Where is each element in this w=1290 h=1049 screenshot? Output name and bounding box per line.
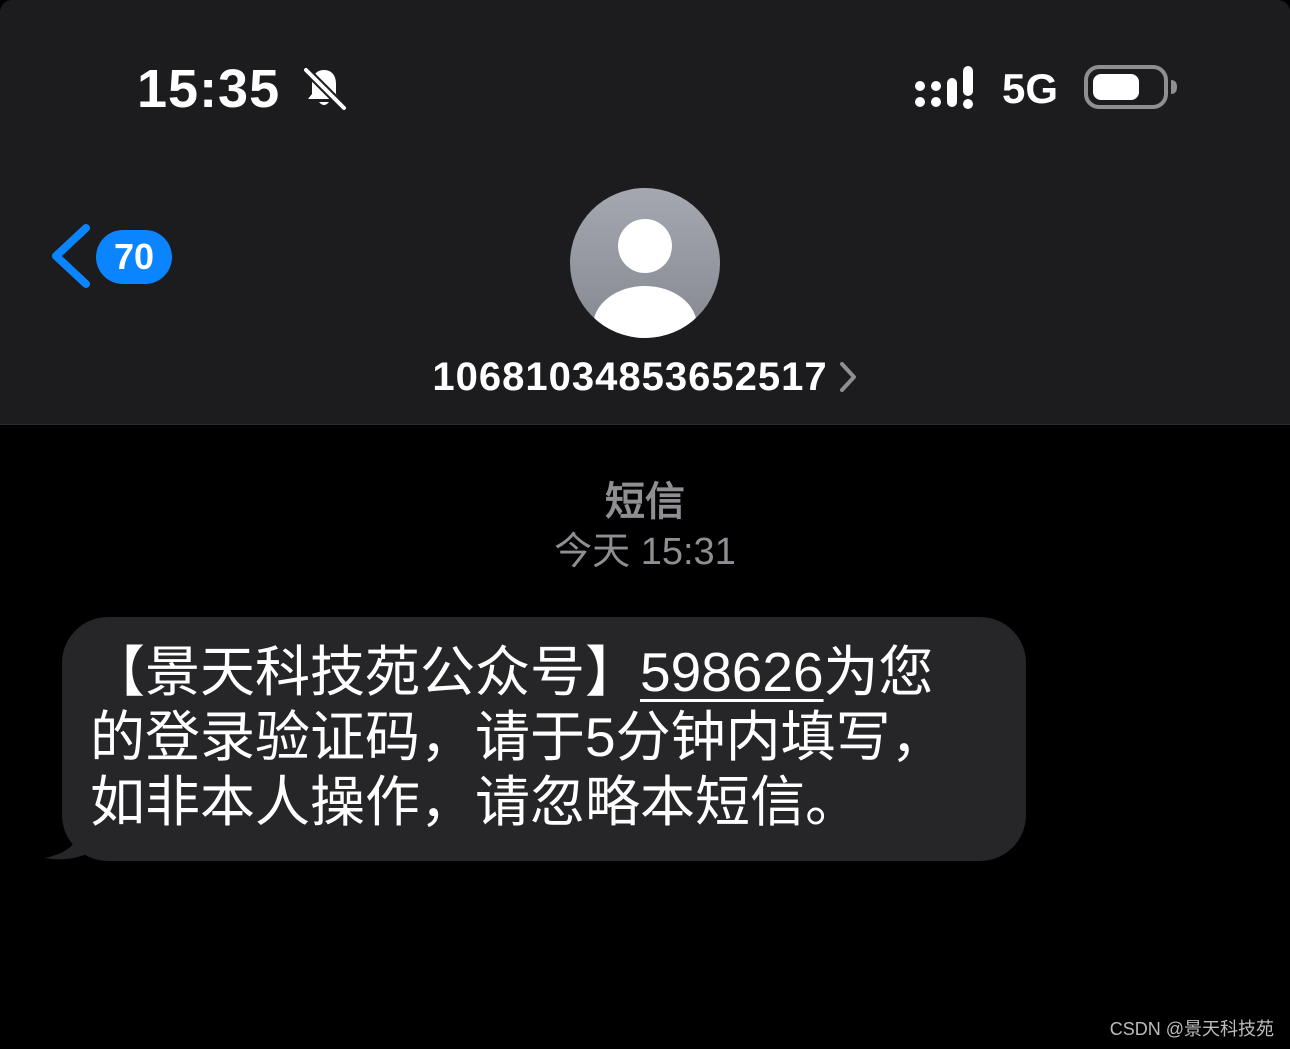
chevron-right-icon (839, 362, 856, 392)
watermark: CSDN @景天科技苑 (1109, 1019, 1274, 1039)
network-type: 5G (1002, 65, 1059, 112)
signal-icon (915, 66, 973, 109)
battery-icon (1084, 65, 1177, 109)
message-sender-tag: 【景天科技苑公众号】 (90, 641, 641, 703)
message-line-1: 【景天科技苑公众号】598626为您 (90, 640, 1010, 705)
chevron-left-icon (52, 224, 90, 288)
unread-count-badge: 70 (96, 230, 172, 284)
message-timestamp: 今天 15:31 (554, 531, 736, 573)
contact-name: 10681034853652517 (432, 355, 828, 399)
header-divider (0, 424, 1290, 425)
verification-code-link[interactable]: 598626 (640, 641, 824, 703)
back-button[interactable]: 70 (46, 218, 176, 296)
status-time: 15:35 (137, 59, 281, 119)
bell-slash-icon (302, 66, 348, 112)
person-avatar-icon[interactable] (570, 188, 720, 338)
contact-details-button[interactable]: 10681034853652517 (0, 350, 1290, 404)
message-line-2: 的登录验证码，请于5分钟内填写， (90, 706, 946, 768)
message-line-3: 如非本人操作，请忽略本短信。 (90, 771, 861, 833)
message-text: 【景天科技苑公众号】598626为您 的登录验证码，请于5分钟内填写， 如非本人… (90, 640, 1010, 835)
message-text-fragment: 为您 (823, 641, 934, 703)
channel-label: 短信 (605, 480, 685, 524)
